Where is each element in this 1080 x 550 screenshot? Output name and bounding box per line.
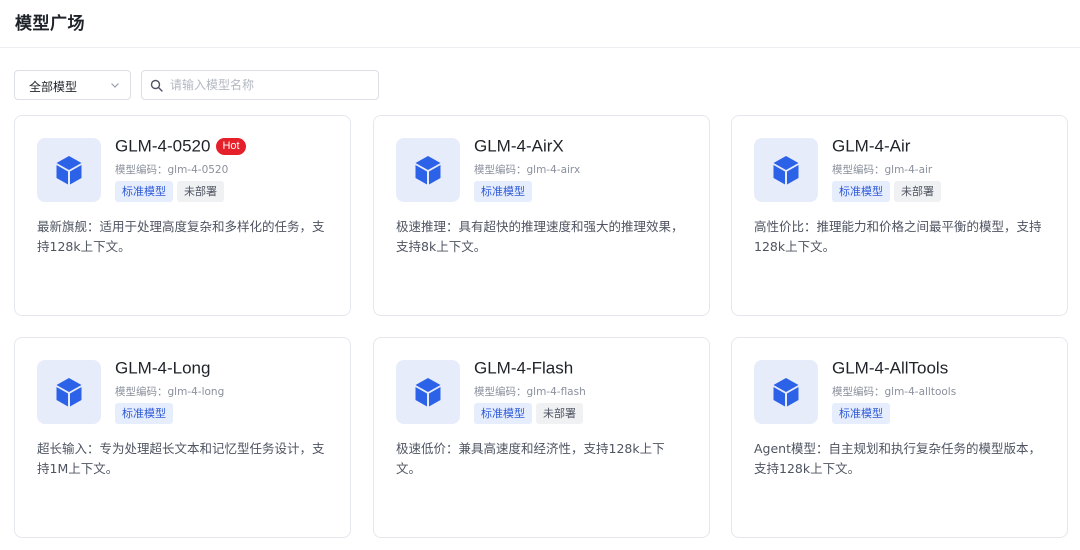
- model-name: GLM-4-Flash: [474, 358, 574, 378]
- search-input[interactable]: [170, 76, 370, 94]
- model-name: GLM-4-Long: [115, 358, 211, 378]
- standard-model-tag: 标准模型: [474, 181, 532, 202]
- model-tags: 标准模型: [115, 402, 177, 424]
- model-code: 模型编码：glm-4-airx: [474, 164, 581, 176]
- standard-model-tag: 标准模型: [832, 181, 890, 202]
- model-tags: 标准模型 未部署: [115, 180, 228, 202]
- model-description: 最新旗舰：适用于处理高度复杂和多样化的任务，支持128k上下文。: [37, 219, 325, 254]
- model-name-row: GLM-4-AirX: [474, 136, 564, 160]
- standard-model-tag: 标准模型: [115, 403, 173, 424]
- model-code: 模型编码：glm-4-air: [832, 164, 933, 176]
- model-logo: [396, 360, 460, 424]
- standard-model-tag: 标准模型: [832, 403, 890, 424]
- model-logo: [37, 138, 101, 202]
- model-description: Agent模型：自主规划和执行复杂任务的模型版本，支持128k上下文。: [754, 441, 1042, 476]
- model-card[interactable]: GLM-4-Air 模型编码：glm-4-air 标准模型 未部署高性价比：推理能力和…: [731, 115, 1068, 316]
- model-code: 模型编码：glm-4-flash: [474, 386, 586, 398]
- page-title: 模型广场: [15, 14, 85, 34]
- model-name-row: GLM-4-Flash: [474, 358, 573, 382]
- model-name-row: GLM-4-AllTools: [832, 358, 948, 382]
- model-name: GLM-4-Air: [832, 136, 911, 156]
- model-code: 模型编码：glm-4-alltools: [832, 386, 957, 398]
- model-description: 高性价比：推理能力和价格之间最平衡的模型，支持128k上下文。: [754, 219, 1042, 254]
- standard-model-tag: 标准模型: [115, 181, 173, 202]
- model-card[interactable]: GLM-4-AirX 模型编码：glm-4-airx 标准模型极速推理：具有超快的推…: [373, 115, 710, 316]
- model-logo: [754, 138, 818, 202]
- standard-model-tag: 标准模型: [474, 403, 532, 424]
- model-card[interactable]: GLM-4-0520 Hot 模型编码：glm-4-0520 标准模型 未部署最新旗舰：…: [14, 115, 351, 316]
- search-icon: [150, 79, 163, 92]
- model-tags: 标准模型: [832, 402, 894, 424]
- model-description: 超长输入：专为处理超长文本和记忆型任务设计，支持1M上下文。: [37, 441, 325, 476]
- hot-badge: Hot: [216, 138, 246, 155]
- model-filter-select[interactable]: 全部模型: [14, 70, 131, 100]
- undeployed-tag: 未部署: [177, 181, 224, 202]
- model-code: 模型编码：glm-4-0520: [115, 164, 229, 176]
- undeployed-tag: 未部署: [894, 181, 941, 202]
- undeployed-tag: 未部署: [536, 403, 583, 424]
- model-filter-value: 全部模型: [29, 80, 78, 94]
- model-tags: 标准模型 未部署: [832, 180, 945, 202]
- model-logo: [754, 360, 818, 424]
- model-logo: [396, 138, 460, 202]
- page-header: 模型广场: [0, 0, 1080, 48]
- model-code: 模型编码：glm-4-long: [115, 386, 225, 398]
- model-name: GLM-4-0520: [115, 136, 211, 156]
- model-logo: [37, 360, 101, 424]
- model-name: GLM-4-AllTools: [832, 358, 949, 378]
- model-name-row: GLM-4-Long: [115, 358, 210, 382]
- model-description: 极速低价：兼具高速度和经济性，支持128k上下文。: [396, 441, 665, 476]
- model-card[interactable]: GLM-4-Long 模型编码：glm-4-long 标准模型超长输入：专为处理超长…: [14, 337, 351, 538]
- model-tags: 标准模型 未部署: [474, 402, 587, 424]
- search-field[interactable]: [141, 70, 379, 100]
- model-description: 极速推理：具有超快的推理速度和强大的推理效果，支持8k上下文。: [396, 219, 684, 254]
- model-name-row: GLM-4-0520 Hot: [115, 136, 246, 160]
- model-tags: 标准模型: [474, 180, 536, 202]
- model-card[interactable]: GLM-4-Flash 模型编码：glm-4-flash 标准模型 未部署极速低价：兼…: [373, 337, 710, 538]
- model-name: GLM-4-AirX: [474, 136, 564, 156]
- chevron-down-icon: [111, 83, 119, 88]
- model-name-row: GLM-4-Air: [832, 136, 910, 160]
- model-card[interactable]: GLM-4-AllTools 模型编码：glm-4-alltools 标准模型 Age…: [731, 337, 1068, 538]
